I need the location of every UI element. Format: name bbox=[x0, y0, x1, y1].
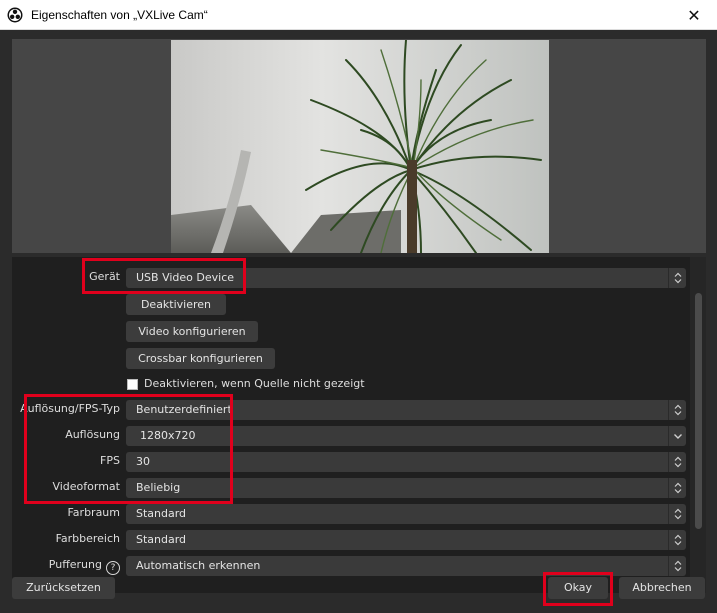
camera-preview bbox=[171, 40, 549, 253]
window-title: Eigenschaften von „VXLive Cam“ bbox=[31, 8, 208, 22]
up-down-arrows-icon bbox=[668, 452, 686, 472]
res-fps-type-label: Auflösung/FPS-Typ bbox=[20, 402, 120, 415]
configure-video-button[interactable]: Video konfigurieren bbox=[126, 321, 258, 342]
fps-value: 30 bbox=[136, 455, 150, 468]
up-down-arrows-icon bbox=[668, 400, 686, 420]
properties-dialog: Gerät USB Video Device Deaktivieren Vide… bbox=[0, 31, 717, 613]
row-configure-crossbar: Crossbar konfigurieren bbox=[12, 347, 690, 369]
fps-select[interactable]: 30 bbox=[126, 452, 686, 472]
up-down-arrows-icon bbox=[668, 530, 686, 550]
row-res-fps-type: Auflösung/FPS-Typ Benutzerdefiniert bbox=[12, 398, 690, 420]
row-video-format: Videoformat Beliebig bbox=[12, 476, 690, 498]
row-deactivate: Deaktivieren bbox=[12, 293, 690, 315]
color-range-label: Farbbereich bbox=[55, 532, 120, 545]
buffering-label-group: Pufferung? bbox=[49, 557, 120, 575]
res-fps-type-value: Benutzerdefiniert bbox=[136, 403, 232, 416]
properties-list: Gerät USB Video Device Deaktivieren Vide… bbox=[12, 257, 706, 593]
up-down-arrows-icon bbox=[668, 504, 686, 524]
video-format-label: Videoformat bbox=[52, 480, 120, 493]
buffering-select[interactable]: Automatisch erkennen bbox=[126, 556, 686, 576]
color-space-select[interactable]: Standard bbox=[126, 504, 686, 524]
buffering-label: Pufferung bbox=[48, 558, 102, 571]
row-deactivate-when-hidden: Deaktivieren, wenn Quelle nicht gezeigt bbox=[12, 373, 690, 395]
up-down-arrows-icon bbox=[668, 478, 686, 498]
device-select[interactable]: USB Video Device bbox=[126, 268, 686, 288]
configure-crossbar-button[interactable]: Crossbar konfigurieren bbox=[126, 348, 275, 369]
scrollbar-thumb[interactable] bbox=[695, 293, 702, 529]
cancel-button[interactable]: Abbrechen bbox=[619, 577, 705, 599]
color-space-label: Farbraum bbox=[67, 506, 120, 519]
up-down-arrows-icon bbox=[668, 556, 686, 576]
obs-app-icon bbox=[7, 7, 23, 23]
deactivate-when-hidden-checkbox[interactable] bbox=[127, 379, 138, 390]
close-button[interactable]: ✕ bbox=[671, 0, 717, 30]
color-range-select[interactable]: Standard bbox=[126, 530, 686, 550]
vertical-scrollbar[interactable] bbox=[690, 257, 706, 593]
color-range-value: Standard bbox=[136, 533, 187, 546]
row-device: Gerät USB Video Device bbox=[12, 266, 690, 288]
device-label: Gerät bbox=[89, 270, 120, 283]
camera-preview-image bbox=[171, 40, 549, 253]
color-space-value: Standard bbox=[136, 507, 187, 520]
row-resolution: Auflösung 1280x720 bbox=[12, 424, 690, 446]
help-icon[interactable]: ? bbox=[106, 561, 120, 575]
chevron-down-icon bbox=[668, 426, 686, 446]
preview-area bbox=[12, 39, 706, 253]
buffering-value: Automatisch erkennen bbox=[136, 559, 261, 572]
close-icon: ✕ bbox=[687, 5, 701, 25]
title-bar: Eigenschaften von „VXLive Cam“ ✕ bbox=[0, 0, 717, 30]
resolution-input[interactable]: 1280x720 bbox=[126, 426, 686, 446]
deactivate-button[interactable]: Deaktivieren bbox=[126, 294, 226, 315]
row-color-space: Farbraum Standard bbox=[12, 502, 690, 524]
fps-label: FPS bbox=[100, 454, 120, 467]
row-configure-video: Video konfigurieren bbox=[12, 320, 690, 342]
resolution-label: Auflösung bbox=[65, 428, 120, 441]
row-fps: FPS 30 bbox=[12, 450, 690, 472]
row-color-range: Farbbereich Standard bbox=[12, 528, 690, 550]
up-down-arrows-icon bbox=[668, 268, 686, 288]
reset-button[interactable]: Zurücksetzen bbox=[12, 577, 115, 599]
res-fps-type-select[interactable]: Benutzerdefiniert bbox=[126, 400, 686, 420]
row-buffering: Pufferung? Automatisch erkennen bbox=[12, 554, 690, 576]
ok-button[interactable]: Okay bbox=[548, 577, 608, 599]
device-value: USB Video Device bbox=[136, 271, 235, 284]
video-format-value: Beliebig bbox=[136, 481, 181, 494]
video-format-select[interactable]: Beliebig bbox=[126, 478, 686, 498]
resolution-value: 1280x720 bbox=[140, 429, 196, 442]
deactivate-when-hidden-label: Deaktivieren, wenn Quelle nicht gezeigt bbox=[144, 377, 365, 390]
